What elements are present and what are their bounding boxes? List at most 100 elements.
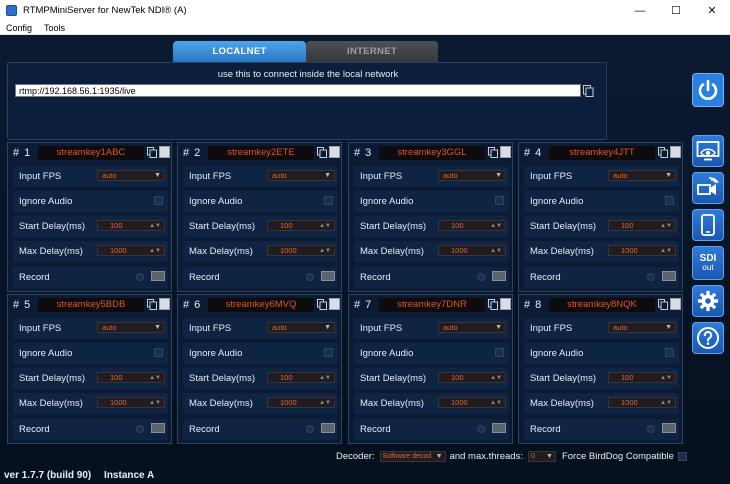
stream-key-field[interactable]: streamkey1ABC [38, 146, 144, 160]
stream-enable-toggle[interactable] [329, 146, 340, 158]
stream-key-field[interactable]: streamkey4JTT [549, 146, 655, 160]
setting-row-input-fps: Input FPS auto ▼ [13, 166, 168, 187]
max-delay-stepper[interactable]: 1000 ▲▼ [267, 245, 335, 256]
maximize-button[interactable]: ☐ [658, 0, 694, 21]
max-delay-stepper[interactable]: 1000 ▲▼ [267, 397, 335, 408]
rtmp-url-field[interactable] [15, 84, 581, 97]
stream-key-field[interactable]: streamkey6MVQ [208, 298, 314, 312]
ignore-audio-checkbox[interactable] [665, 196, 674, 205]
start-delay-stepper[interactable]: 100 ▲▼ [97, 220, 165, 231]
settings-button[interactable] [692, 285, 724, 317]
ignore-audio-checkbox[interactable] [665, 348, 674, 357]
tab-localnet[interactable]: LOCALNET [173, 41, 306, 62]
max-delay-stepper[interactable]: 1000 ▲▼ [438, 397, 506, 408]
menu-tools[interactable]: Tools [38, 23, 71, 33]
max-delay-stepper[interactable]: 1000 ▲▼ [608, 397, 676, 408]
stream-key-field[interactable]: streamkey5BDB [38, 298, 144, 312]
input-fps-select[interactable]: auto ▼ [97, 322, 165, 333]
close-button[interactable]: ✕ [694, 0, 730, 21]
ignore-audio-checkbox[interactable] [324, 196, 333, 205]
start-delay-stepper[interactable]: 100 ▲▼ [608, 372, 676, 383]
setting-label: Input FPS [19, 323, 62, 334]
stream-enable-toggle[interactable] [329, 298, 340, 310]
power-button[interactable] [692, 73, 724, 107]
stream-key-field[interactable]: streamkey8NQK [549, 298, 655, 312]
copy-key-icon[interactable] [488, 299, 498, 310]
copy-key-icon[interactable] [147, 147, 157, 158]
max-delay-stepper[interactable]: 1000 ▲▼ [97, 245, 165, 256]
record-button[interactable] [151, 423, 165, 433]
copy-key-icon[interactable] [147, 299, 157, 310]
ignore-audio-checkbox[interactable] [154, 348, 163, 357]
record-button[interactable] [662, 423, 676, 433]
setting-label: Input FPS [189, 323, 232, 334]
record-button[interactable] [151, 271, 165, 281]
start-delay-stepper[interactable]: 100 ▲▼ [608, 220, 676, 231]
input-fps-select[interactable]: auto ▼ [608, 322, 676, 333]
input-fps-select[interactable]: auto ▼ [608, 170, 676, 181]
input-fps-select[interactable]: auto ▼ [267, 170, 335, 181]
record-indicator [306, 425, 314, 433]
input-fps-select[interactable]: auto ▼ [438, 170, 506, 181]
preview-button[interactable] [692, 135, 724, 167]
tab-internet[interactable]: INTERNET [306, 41, 438, 62]
input-fps-select[interactable]: auto ▼ [97, 170, 165, 181]
stream-panel-header: # 5 streamkey5BDB [8, 295, 171, 315]
stream-enable-toggle[interactable] [670, 146, 681, 158]
start-delay-stepper[interactable]: 100 ▲▼ [438, 220, 506, 231]
ignore-audio-checkbox[interactable] [154, 196, 163, 205]
menu-config[interactable]: Config [0, 23, 38, 33]
stream-enable-toggle[interactable] [500, 298, 511, 310]
stream-enable-toggle[interactable] [500, 146, 511, 158]
footer-info: ver 1.7.7 (build 90) Instance A [4, 470, 154, 481]
copy-url-icon[interactable] [583, 85, 594, 97]
start-delay-stepper[interactable]: 100 ▲▼ [267, 372, 335, 383]
record-button[interactable] [492, 423, 506, 433]
setting-row-ignore-audio: Ignore Audio [524, 343, 679, 364]
decoder-select[interactable]: Software decod ▼ [379, 450, 446, 462]
setting-row-record: Record [183, 267, 338, 288]
threads-label: and max.threads: [449, 450, 523, 462]
record-button[interactable] [321, 271, 335, 281]
ignore-audio-checkbox[interactable] [495, 196, 504, 205]
max-delay-value: 1000 [451, 246, 468, 255]
input-fps-select[interactable]: auto ▼ [267, 322, 335, 333]
sdi-out-button[interactable]: SDI out [692, 246, 724, 280]
input-fps-select[interactable]: auto ▼ [438, 322, 506, 333]
stream-enable-toggle[interactable] [159, 298, 170, 310]
start-delay-stepper[interactable]: 100 ▲▼ [438, 372, 506, 383]
setting-label: Input FPS [530, 171, 573, 182]
stream-enable-toggle[interactable] [159, 146, 170, 158]
minimize-button[interactable]: — [622, 0, 658, 21]
start-delay-stepper[interactable]: 100 ▲▼ [267, 220, 335, 231]
max-delay-stepper[interactable]: 1000 ▲▼ [97, 397, 165, 408]
help-button[interactable] [692, 322, 724, 354]
stream-enable-toggle[interactable] [670, 298, 681, 310]
record-button[interactable] [492, 271, 506, 281]
setting-row-record: Record [524, 267, 679, 288]
setting-label: Max Delay(ms) [530, 398, 594, 409]
birddog-checkbox[interactable] [677, 451, 687, 461]
threads-select[interactable]: 0 ▼ [527, 450, 556, 462]
record-button[interactable] [321, 423, 335, 433]
mobile-button[interactable] [692, 209, 724, 241]
ndi-sources-button[interactable] [692, 172, 724, 204]
copy-key-icon[interactable] [658, 147, 668, 158]
setting-label: Ignore Audio [530, 348, 584, 359]
setting-label: Record [189, 272, 220, 283]
max-delay-stepper[interactable]: 1000 ▲▼ [608, 245, 676, 256]
setting-label: Ignore Audio [530, 196, 584, 207]
setting-row-max-delay: Max Delay(ms) 1000 ▲▼ [524, 241, 679, 262]
copy-key-icon[interactable] [317, 147, 327, 158]
max-delay-stepper[interactable]: 1000 ▲▼ [438, 245, 506, 256]
ignore-audio-checkbox[interactable] [324, 348, 333, 357]
ignore-audio-checkbox[interactable] [495, 348, 504, 357]
copy-key-icon[interactable] [317, 299, 327, 310]
record-button[interactable] [662, 271, 676, 281]
copy-key-icon[interactable] [658, 299, 668, 310]
copy-key-icon[interactable] [488, 147, 498, 158]
stream-key-field[interactable]: streamkey7DNR [379, 298, 485, 312]
stream-key-field[interactable]: streamkey3GGL [379, 146, 485, 160]
start-delay-stepper[interactable]: 100 ▲▼ [97, 372, 165, 383]
stream-key-field[interactable]: streamkey2ETE [208, 146, 314, 160]
